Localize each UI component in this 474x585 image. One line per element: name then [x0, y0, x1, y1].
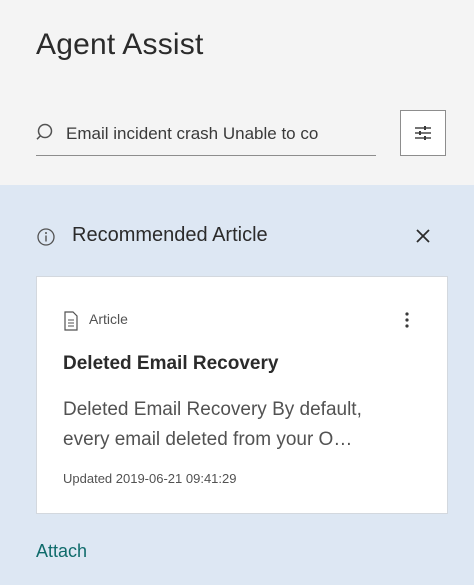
article-card[interactable]: Article Deleted Email Recovery Deleted E…	[36, 276, 448, 514]
results-area: Recommended Article Article Deleted Emai…	[0, 185, 474, 585]
overflow-menu-icon[interactable]	[403, 309, 411, 331]
search-icon	[36, 123, 53, 140]
panel-header: Agent Assist	[0, 0, 474, 185]
search-input[interactable]	[66, 120, 374, 148]
info-icon	[37, 228, 55, 246]
article-title[interactable]: Deleted Email Recovery	[63, 353, 278, 375]
sliders-icon	[415, 126, 431, 140]
article-updated-timestamp: Updated 2019-06-21 09:41:29	[63, 471, 237, 486]
agent-assist-panel: Agent Assist Email incident crash Unable…	[0, 0, 474, 585]
article-type-label: Article	[89, 311, 128, 327]
document-icon	[64, 311, 78, 331]
filter-button[interactable]	[400, 110, 446, 156]
recommendation-header: Recommended Article	[36, 223, 446, 251]
attach-link[interactable]: Attach	[36, 541, 87, 562]
article-snippet-line: Deleted Email Recovery By default,	[63, 399, 362, 420]
close-icon[interactable]	[410, 223, 436, 249]
article-snippet: Deleted Email Recovery By default, every…	[63, 395, 425, 455]
search-box[interactable]	[36, 114, 376, 156]
article-snippet-line: every email deleted from your O…	[63, 429, 353, 450]
panel-title: Agent Assist	[36, 28, 204, 61]
recommendation-label: Recommended Article	[72, 224, 268, 246]
